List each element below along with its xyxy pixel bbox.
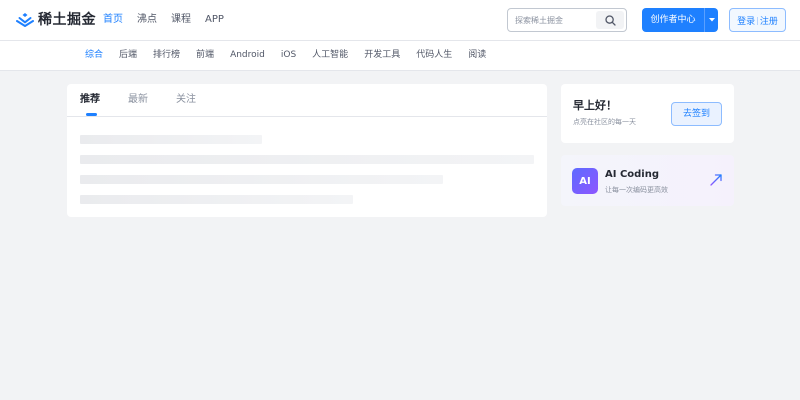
ai-card-title: AI Coding [605, 169, 660, 180]
category-bar: 综合 后端 排行榜 前端 Android iOS 人工智能 开发工具 代码人生 … [0, 40, 800, 71]
login-register-button[interactable]: 登录 | 注册 [729, 8, 786, 32]
search-input[interactable] [508, 9, 596, 31]
top-header: 稀土掘金 首页 沸点 课程 APP 创作者中心 登录 | 注册 [0, 0, 800, 40]
category-item-ios[interactable]: iOS [281, 41, 296, 70]
skeleton-line [80, 135, 262, 144]
greeting-subtitle: 点亮在社区的每一天 [573, 118, 636, 126]
nav-item-courses[interactable]: 课程 [171, 0, 191, 40]
juejin-logo-icon [16, 13, 34, 27]
category-item-ai[interactable]: 人工智能 [312, 41, 348, 70]
tab-recommended[interactable]: 推荐 [80, 84, 100, 116]
creator-center-label: 创作者中心 [650, 15, 696, 25]
arrow-up-right-icon[interactable] [709, 173, 723, 187]
tab-latest[interactable]: 最新 [128, 84, 148, 116]
checkin-button[interactable]: 去签到 [671, 102, 722, 126]
category-item-devtools[interactable]: 开发工具 [364, 41, 400, 70]
skeleton-line [80, 175, 443, 184]
site-logo[interactable]: 稀土掘金 [16, 11, 96, 29]
skeleton-line [80, 155, 534, 164]
category-item-general[interactable]: 综合 [85, 41, 103, 70]
register-label[interactable]: 注册 [760, 14, 778, 27]
category-item-frontend[interactable]: 前端 [196, 41, 214, 70]
category-item-android[interactable]: Android [230, 41, 265, 70]
login-separator: | [756, 15, 759, 25]
nav-item-home[interactable]: 首页 [103, 0, 123, 40]
feed-tabs: 推荐 最新 关注 [67, 84, 547, 117]
creator-dropdown-toggle[interactable] [705, 8, 718, 32]
skeleton-line [80, 195, 353, 204]
search-button[interactable] [596, 11, 624, 29]
active-tab-indicator [86, 113, 97, 116]
tab-following[interactable]: 关注 [176, 84, 196, 116]
search-icon [604, 14, 616, 26]
category-list: 综合 后端 排行榜 前端 Android iOS 人工智能 开发工具 代码人生 … [85, 41, 502, 70]
category-item-ranking[interactable]: 排行榜 [153, 41, 180, 70]
category-item-backend[interactable]: 后端 [119, 41, 137, 70]
feed-panel: 推荐 最新 关注 [67, 84, 547, 217]
checkin-card: 早上好！ 点亮在社区的每一天 去签到 [561, 84, 734, 143]
creator-center-button[interactable]: 创作者中心 [642, 8, 718, 32]
caret-down-icon [708, 18, 715, 22]
category-item-coding-life[interactable]: 代码人生 [416, 41, 452, 70]
logo-text: 稀土掘金 [38, 12, 96, 28]
ai-card-subtitle: 让每一次编码更高效 [605, 186, 668, 194]
login-label[interactable]: 登录 [737, 14, 755, 27]
main-nav: 首页 沸点 课程 APP [103, 0, 238, 40]
nav-item-app[interactable]: APP [205, 0, 224, 40]
category-item-reading[interactable]: 阅读 [468, 41, 486, 70]
ai-logo-icon: AI [572, 168, 598, 194]
search-box [507, 8, 627, 32]
greeting-title: 早上好！ [573, 99, 617, 112]
nav-item-pins[interactable]: 沸点 [137, 0, 157, 40]
ai-coding-card[interactable]: AI AI Coding 让每一次编码更高效 [561, 155, 734, 206]
